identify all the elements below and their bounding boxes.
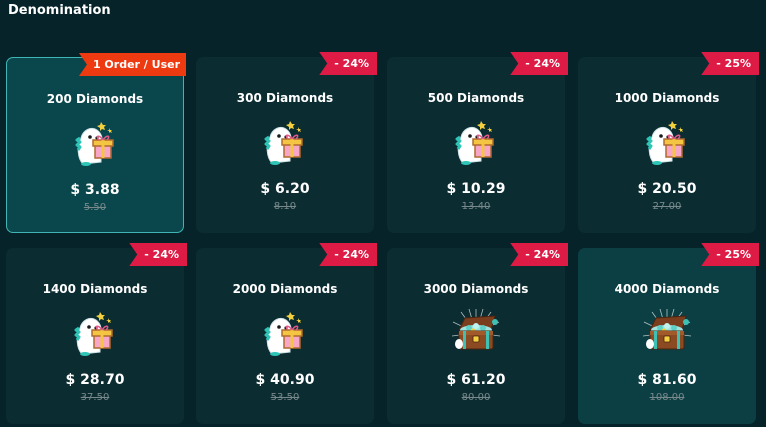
discount-badge: - 24% [510, 52, 568, 75]
denomination-card-2000[interactable]: - 24% 2000 Diamonds $ 40.90 53.50 [196, 243, 377, 424]
card-name: 1400 Diamonds [42, 282, 148, 296]
card-original-price: 37.50 [80, 392, 110, 403]
card-name: 1000 Diamonds [614, 91, 720, 105]
discount-badge: - 24% [319, 243, 377, 266]
treasure-chest-icon [451, 308, 501, 358]
card-price: $ 40.90 [255, 372, 315, 388]
denomination-card-4000[interactable]: - 25% 4000 Diamonds $ 81.60 108.00 [578, 243, 759, 424]
card-original-price: 5.50 [83, 202, 107, 213]
card-name: 4000 Diamonds [614, 282, 720, 296]
section-title: Denomination [8, 3, 111, 18]
discount-badge: - 24% [319, 52, 377, 75]
card-name: 300 Diamonds [236, 91, 334, 105]
dino-gift-icon [451, 117, 501, 167]
treasure-chest-icon [642, 308, 692, 358]
dino-gift-icon [260, 308, 310, 358]
card-original-price: 108.00 [649, 392, 685, 403]
dino-gift-icon [642, 117, 692, 167]
discount-badge: - 24% [129, 243, 187, 266]
order-limit-badge: 1 Order / User [78, 53, 186, 76]
card-price: $ 10.29 [446, 181, 506, 197]
card-price: $ 6.20 [260, 181, 310, 197]
card-price: $ 81.60 [637, 372, 697, 388]
denomination-card-1000[interactable]: - 25% 1000 Diamonds $ 20.50 27.00 [578, 52, 759, 233]
dino-gift-icon [70, 308, 120, 358]
card-price: $ 28.70 [65, 372, 125, 388]
dino-gift-icon [260, 117, 310, 167]
card-price: $ 20.50 [637, 181, 697, 197]
card-original-price: 8.10 [273, 201, 297, 212]
card-original-price: 27.00 [652, 201, 682, 212]
discount-badge: - 24% [510, 243, 568, 266]
discount-badge: - 25% [701, 52, 759, 75]
denomination-card-300[interactable]: - 24% 300 Diamonds $ 6.20 8.10 [196, 52, 377, 233]
card-original-price: 80.00 [461, 392, 491, 403]
card-price: $ 61.20 [446, 372, 506, 388]
card-name: 200 Diamonds [46, 92, 144, 106]
card-name: 500 Diamonds [427, 91, 525, 105]
discount-badge: - 25% [701, 243, 759, 266]
card-original-price: 53.50 [270, 392, 300, 403]
card-original-price: 13.40 [461, 201, 491, 212]
card-name: 2000 Diamonds [232, 282, 338, 296]
card-name: 3000 Diamonds [423, 282, 529, 296]
denomination-card-500[interactable]: - 24% 500 Diamonds $ 10.29 13.40 [387, 52, 568, 233]
denomination-card-200[interactable]: 1 Order / User 200 Diamonds $ 3.88 5.50 [6, 53, 186, 233]
denomination-card-3000[interactable]: - 24% 3000 Diamonds $ 61.20 80.00 [387, 243, 568, 424]
denomination-card-1400[interactable]: - 24% 1400 Diamonds $ 28.70 37.50 [6, 243, 187, 424]
dino-gift-icon [71, 118, 121, 168]
card-price: $ 3.88 [70, 182, 120, 198]
